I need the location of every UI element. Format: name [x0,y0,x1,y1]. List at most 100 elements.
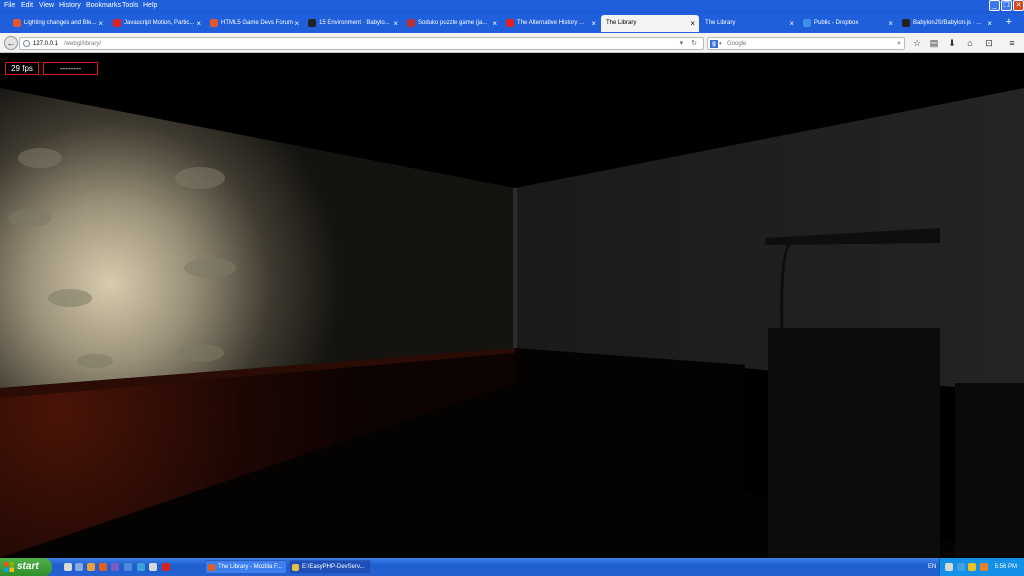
tray-alert-icon[interactable] [968,563,976,571]
tab-8[interactable]: The Library × [700,15,798,32]
html5-icon [13,19,21,27]
menu-edit[interactable]: Edit [21,0,33,11]
system-tray: EN 5:56 PM [928,558,1024,576]
url-bar[interactable]: 127.0.0.1 /webgl/library/ ▾ ↻ [19,37,704,50]
tab-label: The Alternative History ... [517,20,585,26]
dropbox-icon [803,19,811,27]
menu-file[interactable]: File [4,0,15,11]
html5-icon [210,19,218,27]
search-bar[interactable]: g ▾ Google ⌕ [707,37,905,50]
bookmarks-menu-icon[interactable]: ▤ [928,37,940,49]
windows-logo-icon [4,562,14,572]
search-engine-dropdown-icon[interactable]: ▾ [719,38,722,50]
tab-strip: Lighting changes and Ble... × Javascript… [0,13,1024,33]
folder-icon [292,564,299,571]
tab-label: Lighting changes and Ble... [24,20,97,26]
tab-2[interactable]: Javascript Motion, Partic... × [110,15,205,32]
quicklaunch-stop-icon[interactable] [162,563,170,571]
bookmark-star-icon[interactable]: ☆ [911,37,923,49]
navigation-bar: ← 127.0.0.1 /webgl/library/ ▾ ↻ g ▾ Goog… [0,33,1024,53]
youtube-icon [506,19,514,27]
tab-5[interactable]: Soduko puzzle game (ja... × [404,15,501,32]
tab-label: The Library [705,20,736,26]
task-label: The Library - Mozilla F... [218,564,283,570]
tab-label: Javascript Motion, Partic... [124,20,195,26]
task-label: E:\EasyPHP-DevServ... [302,564,365,570]
back-arrow-icon[interactable]: ← [4,36,18,50]
window-controls: _ ❐ ✕ [989,0,1024,11]
windows-taskbar: start The Library - Mozilla F... E:\Easy… [0,558,1024,576]
language-indicator[interactable]: EN [928,558,936,576]
page-icon [407,19,415,27]
menu-view[interactable]: View [39,0,54,11]
globe-icon [23,40,30,47]
tab-close-icon[interactable]: × [294,15,299,32]
menu-help[interactable]: Help [143,0,157,11]
home-icon[interactable]: ⌂ [964,37,976,49]
menu-bookmarks[interactable]: Bookmarks [86,0,121,11]
quicklaunch-folder-icon[interactable] [87,563,95,571]
tab-close-icon[interactable]: × [492,15,497,32]
menu-history[interactable]: History [59,0,81,11]
quicklaunch-firefox-icon[interactable] [99,563,107,571]
tray-update-icon[interactable] [980,563,988,571]
quicklaunch-media-icon[interactable] [137,563,145,571]
tab-label: Public - Dropbox [814,20,859,26]
tab-label: Soduko puzzle game (ja... [418,20,488,26]
github-icon [902,19,910,27]
start-button[interactable]: start [0,558,52,576]
browser-window: File Edit View History Bookmarks Tools H… [0,0,1024,576]
firefox-icon [208,564,215,571]
tab-3[interactable]: HTML5 Game Devs Forum × [207,15,303,32]
tab-1[interactable]: Lighting changes and Ble... × [10,15,107,32]
fps-counter: 29 fps [5,62,39,75]
quicklaunch-desktop-icon[interactable] [64,563,72,571]
minimize-icon[interactable]: _ [989,0,1000,11]
tab-7-active[interactable]: The Library × [601,15,699,32]
tab-close-icon[interactable]: × [98,15,103,32]
tab-10[interactable]: BabylonJS/Babylon.js · ... × [899,15,996,32]
search-icon[interactable]: ⌕ [897,38,901,50]
reload-icon[interactable]: ▾ ↻ [680,38,700,50]
pocket-icon[interactable]: ⊡ [983,37,995,49]
tray-app-icon[interactable] [957,563,965,571]
url-path: /webgl/library/ [64,41,102,47]
tab-label: The Library [606,20,637,26]
tab-9[interactable]: Public - Dropbox × [800,15,897,32]
tab-close-icon[interactable]: × [690,15,695,32]
tab-close-icon[interactable]: × [987,15,992,32]
quicklaunch-app-icon[interactable] [111,563,119,571]
restore-icon[interactable]: ❐ [1001,0,1012,11]
quicklaunch-ie-icon[interactable] [124,563,132,571]
tab-6[interactable]: The Alternative History ... × [503,15,600,32]
quicklaunch-notepad-icon[interactable] [149,563,157,571]
library-room-scene [0,53,1024,558]
clock[interactable]: 5:56 PM [995,558,1017,576]
tab-label: HTML5 Game Devs Forum [221,20,294,26]
tab-close-icon[interactable]: × [789,15,794,32]
tab-label: 15 Environment · Babylo... [319,20,390,26]
webgl-canvas[interactable]: 29 fps -------- [0,53,1024,558]
menu-tools[interactable]: Tools [122,0,138,11]
tab-close-icon[interactable]: × [393,15,398,32]
menu-bar: File Edit View History Bookmarks Tools H… [0,0,1024,11]
tray-network-icon[interactable] [945,563,953,571]
hamburger-menu-icon[interactable]: ≡ [1006,37,1018,49]
status-display: -------- [43,62,98,75]
close-window-icon[interactable]: ✕ [1013,0,1024,11]
url-host: 127.0.0.1 [33,41,59,47]
tab-close-icon[interactable]: × [888,15,893,32]
tab-4[interactable]: 15 Environment · Babylo... × [305,15,402,32]
downloads-icon[interactable]: ⬇ [946,37,958,49]
tab-close-icon[interactable]: × [591,15,596,32]
youtube-icon [113,19,121,27]
search-placeholder: Google [727,41,747,47]
github-icon [308,19,316,27]
tab-label: BabylonJS/Babylon.js · ... [913,20,982,26]
tab-close-icon[interactable]: × [196,15,201,32]
taskbar-item-easyphp[interactable]: E:\EasyPHP-DevServ... [289,560,371,574]
taskbar-item-firefox[interactable]: The Library - Mozilla F... [205,560,287,574]
quicklaunch-explorer-icon[interactable] [75,563,83,571]
start-label: start [17,561,39,572]
new-tab-icon[interactable]: + [1006,14,1012,31]
